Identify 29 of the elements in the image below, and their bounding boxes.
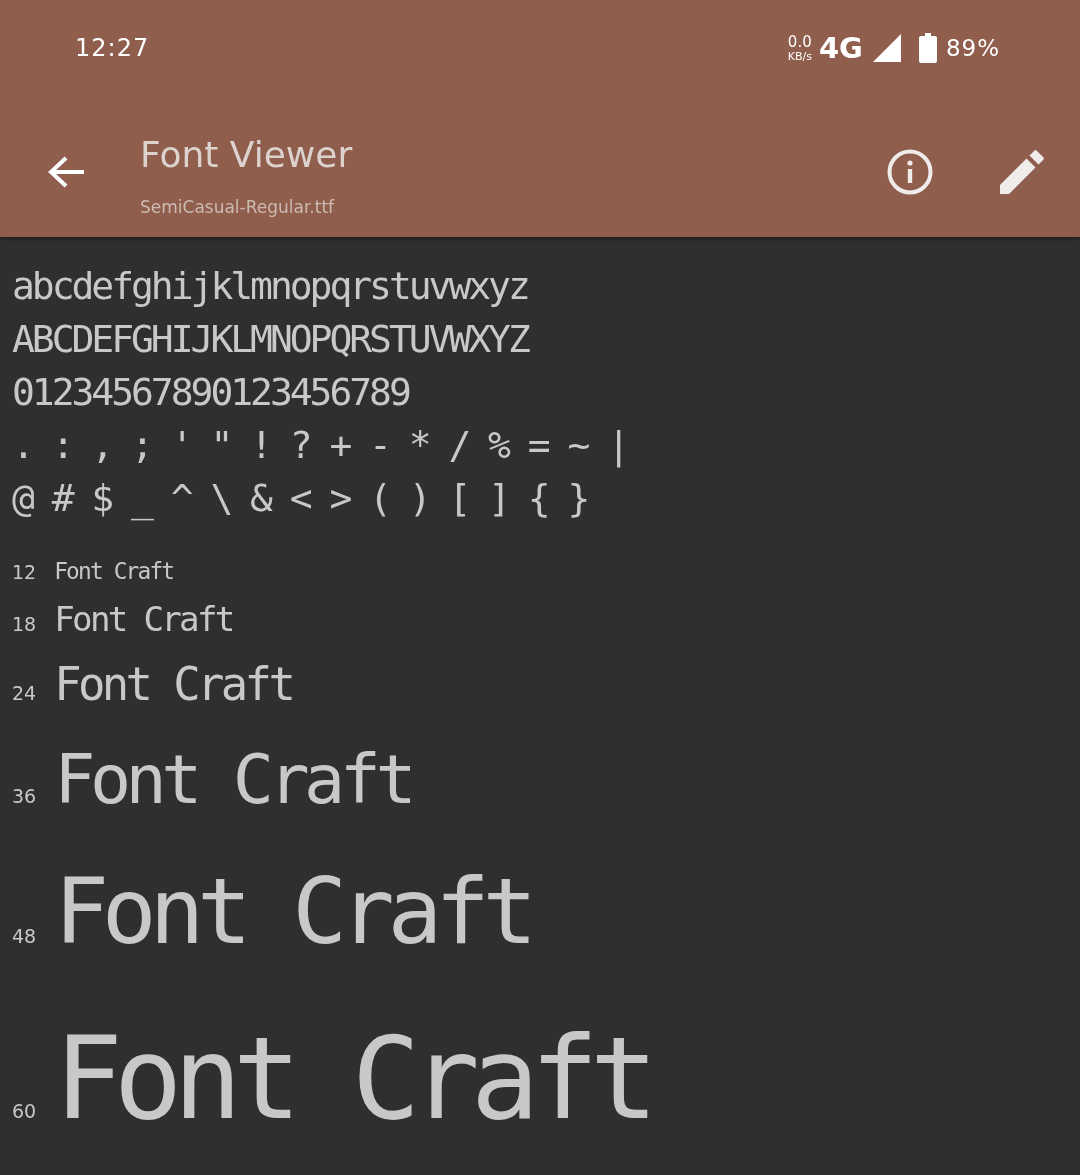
file-name: SemiCasual-Regular.ttf — [140, 196, 335, 218]
font-size-label: 18 — [12, 613, 37, 636]
network-type: 4G — [818, 31, 863, 65]
font-size-label: 48 — [12, 924, 37, 947]
font-size-label: 12 — [12, 561, 37, 584]
network-speed-unit: KB/s — [787, 49, 812, 63]
character-set-line: ABCDEFGHIJKLMNOPQRSTUVWXYZ — [12, 316, 528, 363]
character-set-line: . : , ; ' " ! ? + - * / % = ~ | — [12, 422, 627, 470]
status-time: 12:27 — [75, 34, 150, 62]
character-set-line: abcdefghijklmnopqrstuvwxyz — [12, 263, 528, 310]
signal-icon — [872, 34, 901, 62]
network-speed: 0.0 — [787, 33, 812, 50]
font-sample-text: Font Craft — [54, 659, 293, 711]
font-sample-text: Font Craft — [54, 1013, 650, 1143]
character-set-line: @ # $ _ ^ \ & < > ( ) [ ] { } — [12, 475, 588, 523]
font-sample-text: Font Craft — [54, 600, 233, 639]
font-sample-text: Font Craft — [54, 859, 531, 963]
back-arrow-icon — [48, 155, 86, 188]
battery-percent: 89% — [945, 35, 1000, 61]
character-set-line: 01234567890123456789 — [12, 369, 409, 416]
font-size-label: 60 — [12, 1099, 37, 1122]
font-size-label: 36 — [12, 785, 37, 808]
info-icon — [887, 148, 933, 195]
font-sample-text: Font Craft — [54, 559, 174, 585]
battery-icon — [918, 33, 937, 63]
font-sample-text: Font Craft — [54, 741, 412, 819]
font-size-label: 24 — [12, 682, 37, 705]
pencil-icon — [1000, 149, 1044, 194]
app-title: Font Viewer — [140, 133, 353, 176]
